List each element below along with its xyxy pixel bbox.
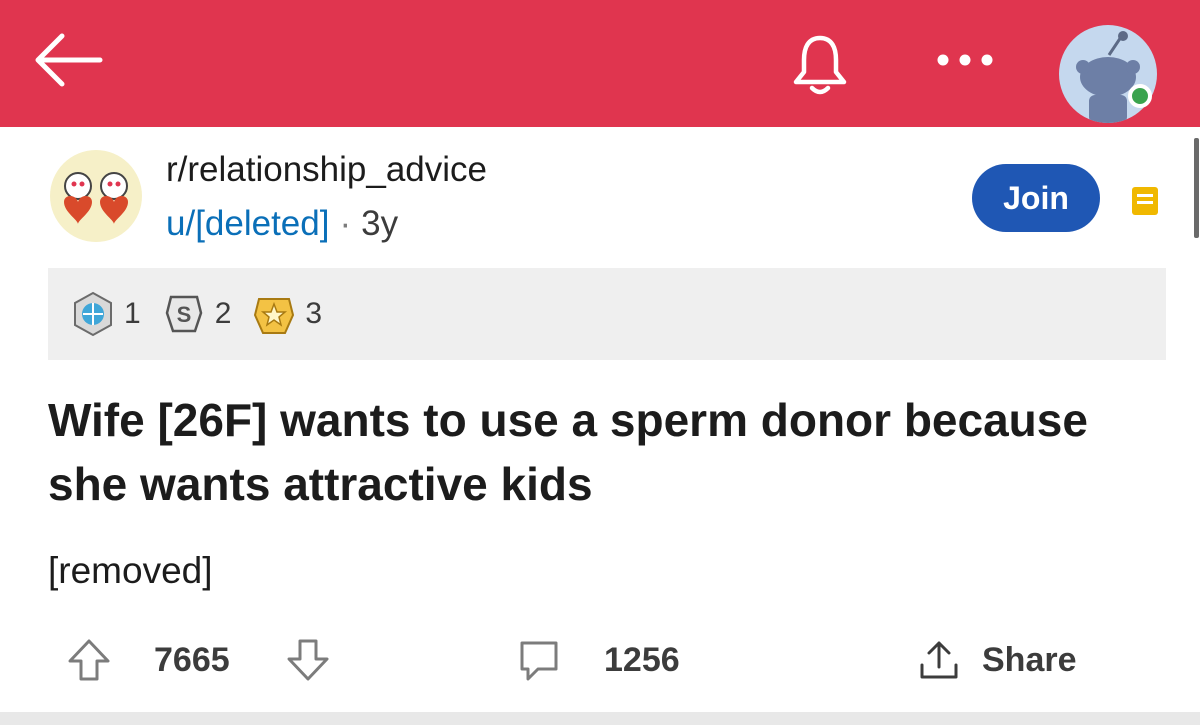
- post-meta: u/[deleted] · 3y: [166, 204, 398, 244]
- vote-count: 7665: [154, 620, 230, 700]
- comment-count-label: 1256: [604, 640, 680, 679]
- post-actions: 7665 1256 Share: [0, 620, 1200, 700]
- subreddit-name[interactable]: r/relationship_advice: [166, 150, 487, 190]
- downvote-arrow-icon: [287, 639, 329, 681]
- online-status-icon: [1128, 84, 1152, 108]
- divider: [0, 712, 1200, 725]
- comment-count: 1256: [604, 620, 680, 700]
- meta-separator: ·: [339, 204, 352, 243]
- vote-count-label: 7665: [154, 640, 230, 679]
- comment-icon: [520, 641, 558, 681]
- more-icon[interactable]: [925, 40, 1005, 80]
- bell-icon[interactable]: [790, 30, 850, 100]
- avatar-icon[interactable]: [1059, 25, 1157, 123]
- scrollbar[interactable]: [1194, 138, 1199, 238]
- post-body: [removed]: [48, 550, 213, 591]
- join-button[interactable]: Join: [972, 164, 1100, 232]
- gold-award-icon: [254, 298, 295, 334]
- svg-text:S: S: [176, 302, 191, 327]
- downvote-button[interactable]: [285, 620, 331, 700]
- award-gold[interactable]: 3: [251, 291, 322, 337]
- author-link[interactable]: u/[deleted]: [166, 204, 329, 243]
- save-icon[interactable]: [1128, 184, 1162, 218]
- award-globe[interactable]: 1: [70, 291, 141, 337]
- back-arrow-icon[interactable]: [28, 20, 108, 100]
- award-silver[interactable]: S 2: [161, 291, 232, 337]
- award-count: 2: [214, 297, 232, 330]
- upvote-button[interactable]: [66, 620, 112, 700]
- share-button[interactable]: Share: [916, 620, 1077, 700]
- top-bar: [0, 0, 1200, 127]
- comment-button[interactable]: [516, 620, 562, 700]
- post-title[interactable]: Wife [26F] wants to use a sperm donor be…: [48, 388, 1148, 516]
- silver-award-icon: S: [165, 295, 202, 333]
- award-count: 3: [305, 297, 323, 330]
- award-count: 1: [124, 297, 141, 330]
- post-age: 3y: [361, 204, 399, 243]
- upvote-arrow-icon: [68, 639, 110, 681]
- awards-bar[interactable]: 1 S 2 3: [48, 268, 1166, 360]
- subreddit-icon[interactable]: [50, 150, 142, 242]
- share-icon: [920, 641, 958, 679]
- share-label: Share: [982, 640, 1077, 679]
- globe-award-icon: [74, 291, 112, 337]
